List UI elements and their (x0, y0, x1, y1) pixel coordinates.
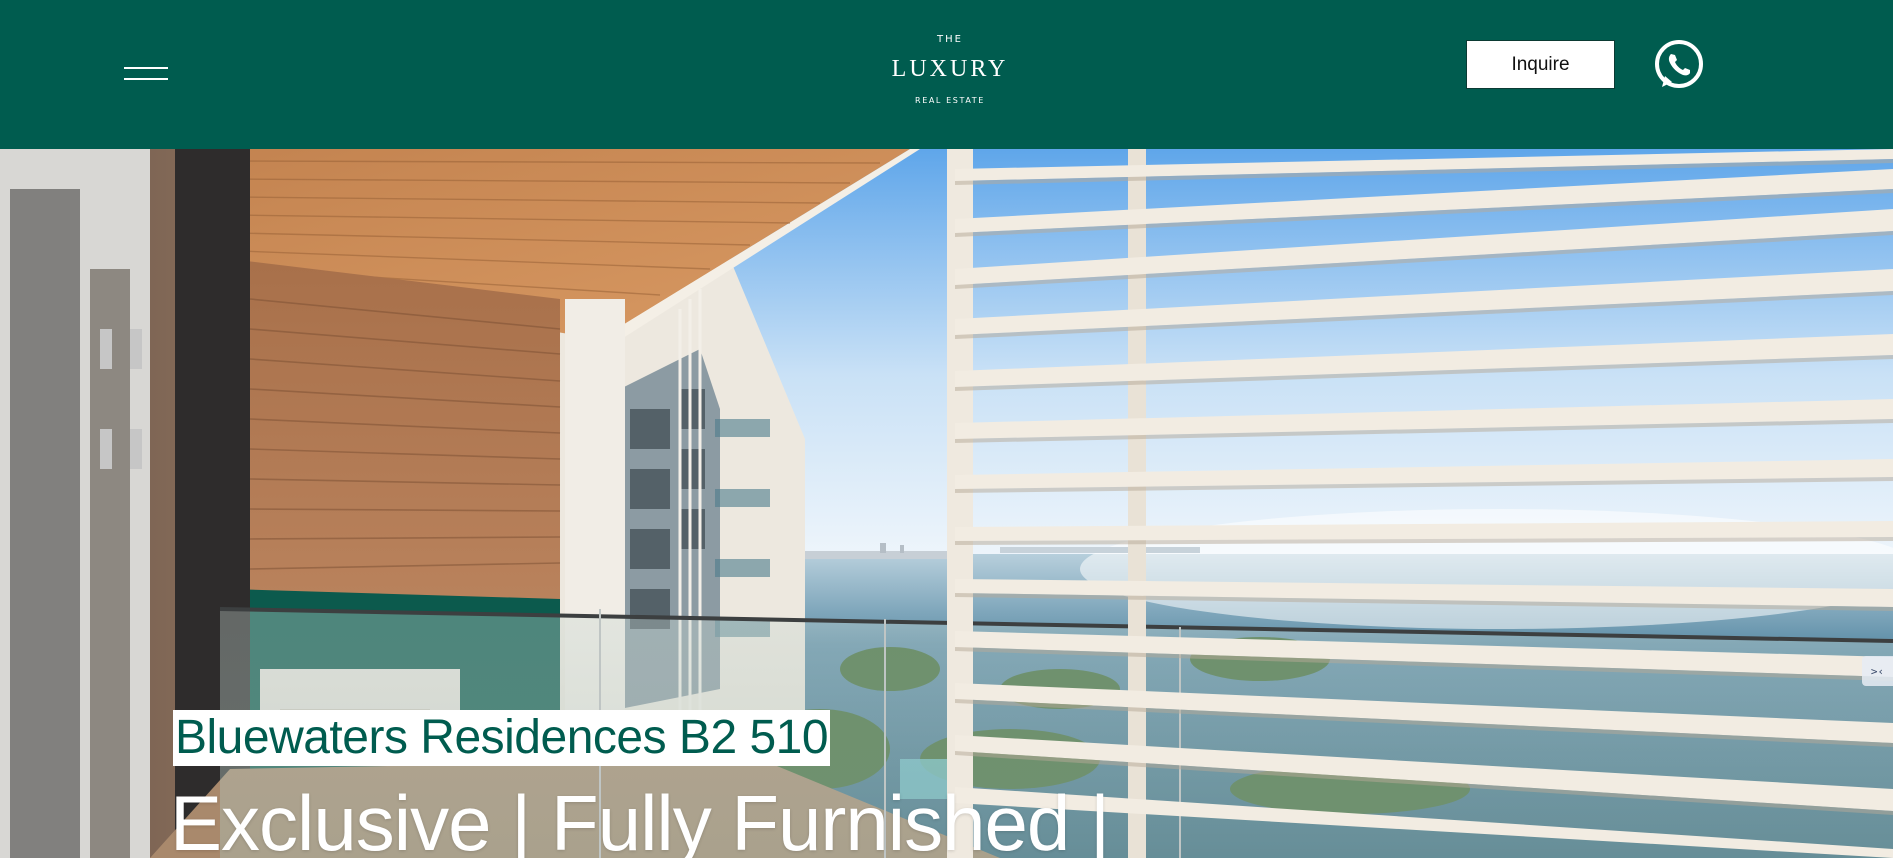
logo-line-real-estate: REAL ESTATE (915, 96, 985, 105)
logo-line-luxury: LUXURY (891, 56, 1009, 82)
logo-line-the: THE (937, 34, 963, 45)
site-logo[interactable]: THE LUXURY REAL ESTATE (870, 30, 1030, 114)
property-subtitle: Exclusive | Fully Furnished | (170, 779, 1110, 858)
property-title: Bluewaters Residences B2 510 (173, 710, 831, 766)
menu-line (124, 67, 168, 69)
hero-section: Bluewaters Residences B2 510 Exclusive |… (0, 149, 1893, 858)
menu-line (124, 78, 168, 80)
inquire-button[interactable]: Inquire (1466, 40, 1615, 89)
whatsapp-icon[interactable] (1652, 38, 1706, 92)
site-header: THE LUXURY REAL ESTATE Inquire (0, 0, 1893, 149)
collapse-arrows-icon[interactable]: >‹ (1862, 656, 1893, 686)
hamburger-menu-icon[interactable] (124, 64, 168, 84)
